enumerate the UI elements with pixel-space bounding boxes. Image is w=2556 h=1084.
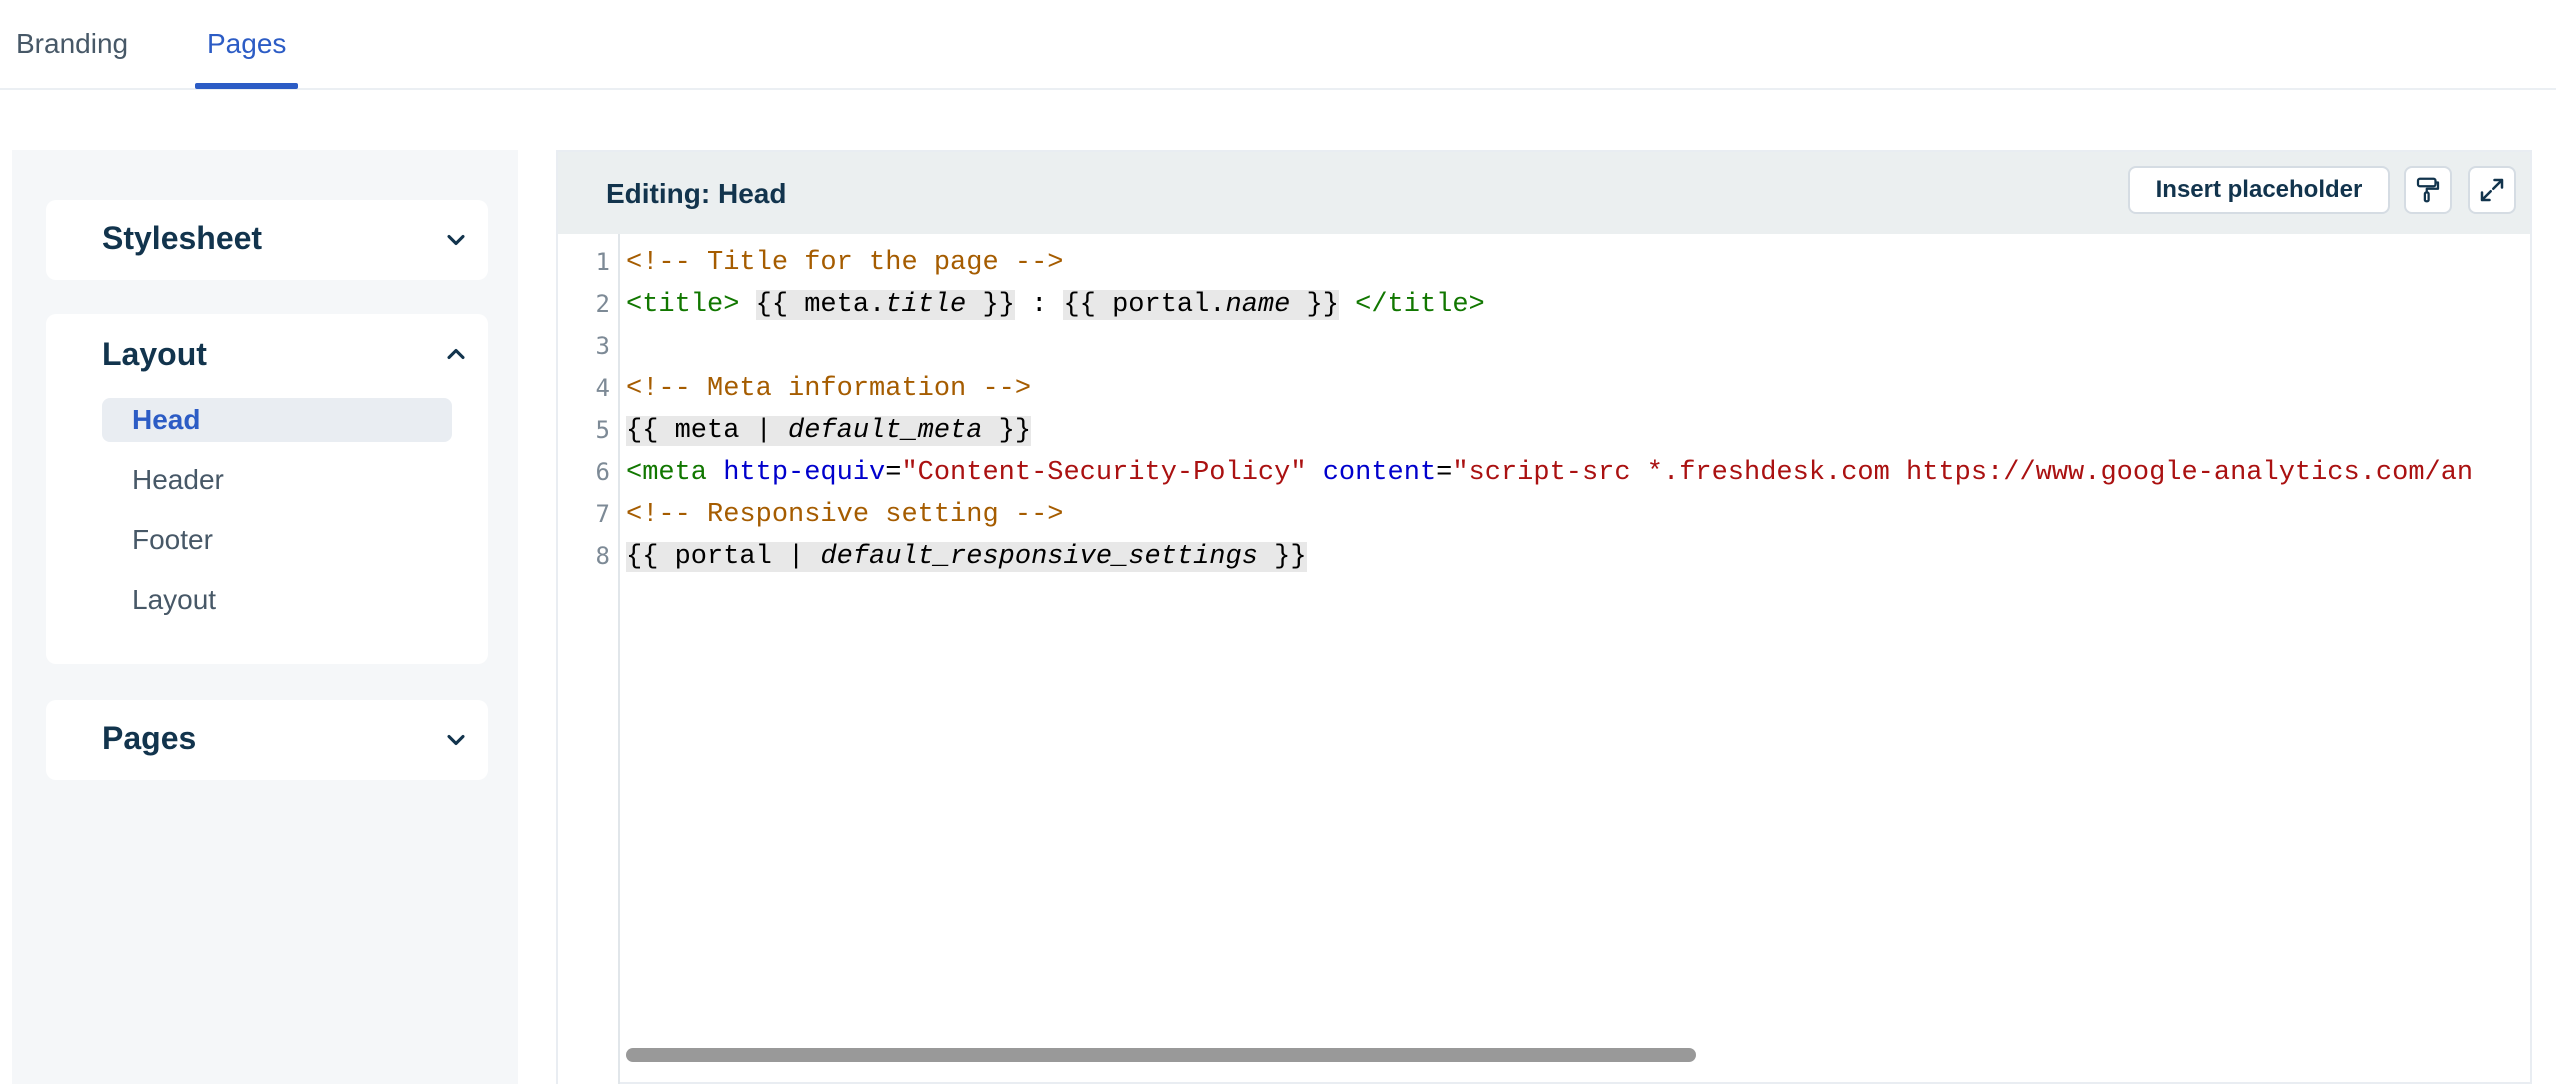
line-number: 2 <box>595 290 610 318</box>
code-string: "Content-Security-Policy" <box>901 458 1307 488</box>
code-line-1: <!-- Title for the page --> <box>626 242 1063 284</box>
sidebar-item-footer[interactable]: Footer <box>102 518 452 562</box>
sidebar-item-layout[interactable]: Layout <box>102 578 452 622</box>
line-number: 8 <box>595 542 610 570</box>
line-number: 7 <box>595 500 610 528</box>
code-line-6: <meta http-equiv="Content-Security-Polic… <box>626 452 2473 494</box>
liquid-text: {{ meta | <box>626 416 789 446</box>
line-number: 1 <box>595 248 610 276</box>
liquid-expression: {{ portal.name }} <box>1063 290 1339 320</box>
layout-section-title: Layout <box>102 336 207 372</box>
code-comment: <!-- Title for the page --> <box>626 248 1064 278</box>
editor-title: Editing: Head <box>606 178 787 209</box>
expand-button[interactable] <box>2468 166 2516 214</box>
chevron-down-icon[interactable] <box>442 726 470 754</box>
code-line-4: <!-- Meta information --> <box>626 368 1031 410</box>
tab-bar: Branding Pages <box>0 0 2556 90</box>
layout-section: Layout Head Header Footer Layout <box>46 314 488 664</box>
horizontal-scrollbar[interactable] <box>622 1044 2532 1066</box>
chevron-up-icon[interactable] <box>442 340 470 368</box>
code-attribute: content <box>1322 458 1437 488</box>
liquid-text: }} <box>1257 542 1307 572</box>
format-button[interactable] <box>2404 166 2452 214</box>
liquid-expression: {{ meta.title }} <box>755 290 1015 320</box>
scrollbar-thumb[interactable] <box>626 1048 1696 1062</box>
liquid-filter: default_meta <box>788 416 983 446</box>
liquid-text: }} <box>982 416 1032 446</box>
code-comment: <!-- Meta information --> <box>626 374 1032 404</box>
liquid-text: {{ portal. <box>1063 290 1226 320</box>
insert-placeholder-button[interactable]: Insert placeholder <box>2128 166 2390 214</box>
liquid-filter: default_responsive_settings <box>820 542 1258 572</box>
code-tag: <title> <box>626 290 740 320</box>
line-number: 4 <box>595 374 610 402</box>
code-area[interactable]: <!-- Title for the page --> <title> {{ m… <box>626 234 2532 1084</box>
code-line-7: <!-- Responsive setting --> <box>626 494 1063 536</box>
editor-header: Editing: Head Insert placeholder <box>558 152 2530 234</box>
line-number: 6 <box>595 458 610 486</box>
liquid-text: }} <box>966 290 1015 320</box>
code-line-8: {{ portal | default_responsive_settings … <box>626 536 1307 578</box>
liquid-filter: name <box>1225 290 1291 320</box>
paint-roller-icon <box>2416 177 2440 203</box>
code-line-2: <title> {{ meta.title }} : {{ portal.nam… <box>626 284 1485 326</box>
pages-section-title: Pages <box>102 720 197 756</box>
code-text: = <box>885 458 902 488</box>
code-editor-panel: Editing: Head Insert placeholder 1 2 3 4… <box>556 150 2532 1084</box>
liquid-text: {{ meta. <box>755 290 886 320</box>
liquid-expression: {{ portal | default_responsive_settings … <box>626 542 1307 572</box>
stylesheet-section-title: Stylesheet <box>102 220 263 256</box>
line-number: 5 <box>595 416 610 444</box>
code-text: = <box>1436 458 1453 488</box>
code-attribute: http-equiv <box>723 458 886 488</box>
expand-icon <box>2480 178 2504 202</box>
code-tag: </title> <box>1355 290 1485 320</box>
tab-pages[interactable]: Pages <box>195 28 299 89</box>
liquid-text: {{ portal | <box>626 542 821 572</box>
tab-branding[interactable]: Branding <box>16 28 128 88</box>
code-text: : <box>1014 290 1064 320</box>
chevron-down-icon[interactable] <box>442 226 470 254</box>
stylesheet-section[interactable]: Stylesheet <box>46 200 488 280</box>
liquid-text: }} <box>1290 290 1339 320</box>
pages-section[interactable]: Pages <box>46 700 488 780</box>
sidebar: Stylesheet Layout Head Header Footer Lay… <box>12 150 518 1084</box>
sidebar-item-head[interactable]: Head <box>102 398 452 442</box>
liquid-filter: title <box>885 290 967 320</box>
code-line-5: {{ meta | default_meta }} <box>626 410 1032 452</box>
liquid-expression: {{ meta | default_meta }} <box>626 416 1032 446</box>
line-number-gutter: 1 2 3 4 5 6 7 8 <box>558 234 620 1084</box>
code-tag: <meta <box>626 458 708 488</box>
code-string: "script-src *.freshdesk.com https://www.… <box>1452 458 2474 488</box>
code-comment: <!-- Responsive setting --> <box>626 500 1064 530</box>
sidebar-item-header[interactable]: Header <box>102 458 452 502</box>
line-number: 3 <box>595 332 610 360</box>
